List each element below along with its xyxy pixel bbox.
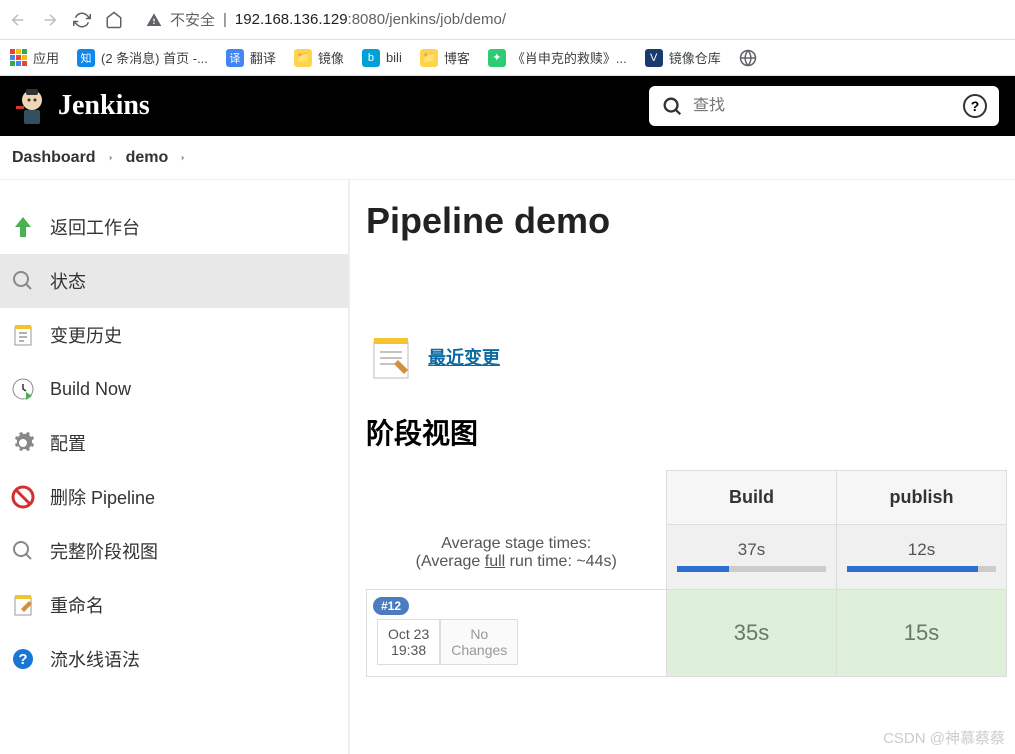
notepad-icon — [10, 322, 36, 348]
search-icon — [10, 268, 36, 294]
folder-icon: 📁 — [294, 49, 312, 67]
help-button[interactable]: ? — [963, 94, 987, 118]
folder-icon: 📁 — [420, 49, 438, 67]
search-input[interactable] — [693, 97, 953, 115]
stage-publish-cell[interactable]: 15s — [837, 589, 1007, 676]
recent-changes-link[interactable]: 最近变更 — [428, 344, 500, 370]
bookmark-bili[interactable]: bbili — [362, 49, 402, 67]
help-icon: ? — [10, 646, 36, 672]
no-changes-label: NoChanges — [440, 619, 518, 665]
page-title: Pipeline demo — [366, 200, 1007, 242]
reload-button[interactable] — [72, 10, 92, 30]
sidebar-item-build-now[interactable]: Build Now — [0, 362, 348, 416]
sidebar-item-delete[interactable]: 删除 Pipeline — [0, 470, 348, 524]
gear-icon — [10, 430, 36, 456]
watermark: CSDN @神慕蔡蔡 — [883, 727, 1005, 748]
wechat-icon: ✦ — [488, 49, 506, 67]
chevron-right-icon — [178, 153, 188, 163]
build-badge[interactable]: #12 — [373, 597, 409, 615]
jenkins-logo[interactable]: Jenkins — [16, 86, 150, 126]
up-arrow-icon — [10, 214, 36, 240]
breadcrumb: Dashboard demo — [0, 136, 1015, 180]
sidebar-item-configure[interactable]: 配置 — [0, 416, 348, 470]
stage-col-publish: publish — [837, 471, 1007, 525]
sidebar-item-label: 完整阶段视图 — [50, 538, 158, 564]
run-date: Oct 2319:38 — [377, 619, 440, 665]
bookmark-shawshank[interactable]: ✦《肖申克的救赎》... — [488, 48, 627, 67]
bookmark-mirror-repo[interactable]: V镜像仓库 — [645, 48, 721, 67]
stage-col-build: Build — [667, 471, 837, 525]
table-row-avg: Average stage times: (Average full run t… — [367, 525, 1007, 590]
recent-changes-row: 最近变更 — [366, 332, 1007, 382]
svg-text:?: ? — [18, 651, 27, 668]
stage-view-table: Build publish Average stage times: (Aver… — [366, 470, 1007, 677]
jenkins-brand: Jenkins — [58, 90, 150, 122]
table-row-build[interactable]: #12 Oct 2319:38 NoChanges 35s 15s — [367, 589, 1007, 676]
sidebar-item-status[interactable]: 状态 — [0, 254, 348, 308]
bookmarks-bar: 应用 知(2 条消息) 首页 -... 译翻译 📁镜像 bbili 📁博客 ✦《… — [0, 40, 1015, 76]
notepad-icon — [366, 332, 416, 382]
avg-stage-label: Average stage times: — [381, 535, 653, 553]
chevron-right-icon — [106, 153, 116, 163]
sidebar-item-label: 状态 — [50, 268, 86, 294]
home-button[interactable] — [104, 10, 124, 30]
search-icon — [10, 538, 36, 564]
bookmark-globe[interactable] — [739, 49, 757, 67]
sidebar-item-label: 变更历史 — [50, 322, 122, 348]
search-box[interactable]: ? — [649, 86, 999, 126]
sidebar-item-label: 返回工作台 — [50, 214, 140, 240]
browser-nav-bar: 不安全 | 192.168.136.129:8080/jenkins/job/d… — [0, 0, 1015, 40]
bookmark-translate[interactable]: 译翻译 — [226, 48, 276, 67]
main-content: Pipeline demo 最近变更 阶段视图 Build publish Av… — [350, 180, 1015, 754]
sidebar-item-full-stage[interactable]: 完整阶段视图 — [0, 524, 348, 578]
avg-publish-cell: 12s — [837, 525, 1007, 590]
sidebar-item-label: 删除 Pipeline — [50, 484, 155, 510]
translate-icon: 译 — [226, 49, 244, 67]
bili-icon: b — [362, 49, 380, 67]
back-button[interactable] — [8, 10, 28, 30]
search-icon — [661, 95, 683, 117]
apps-icon — [10, 49, 27, 66]
sidebar-item-rename[interactable]: 重命名 — [0, 578, 348, 632]
crumb-dashboard[interactable]: Dashboard — [12, 149, 96, 167]
v-icon: V — [645, 49, 663, 67]
insecure-label: 不安全 — [170, 9, 215, 30]
jenkins-header: Jenkins ? — [0, 76, 1015, 136]
globe-icon — [739, 49, 757, 67]
sidebar-item-label: 配置 — [50, 430, 86, 456]
insecure-icon — [146, 12, 162, 28]
sidebar-item-pipeline-syntax[interactable]: ? 流水线语法 — [0, 632, 348, 686]
bookmark-blog[interactable]: 📁博客 — [420, 48, 470, 67]
clock-play-icon — [10, 376, 36, 402]
sidebar-item-label: Build Now — [50, 379, 131, 400]
avg-build-cell: 37s — [667, 525, 837, 590]
address-bar[interactable]: 不安全 | 192.168.136.129:8080/jenkins/job/d… — [136, 5, 1007, 34]
bookmark-mirror[interactable]: 📁镜像 — [294, 48, 344, 67]
stage-build-cell[interactable]: 35s — [667, 589, 837, 676]
sidebar-item-changes[interactable]: 变更历史 — [0, 308, 348, 362]
edit-icon — [10, 592, 36, 618]
stage-view-title: 阶段视图 — [366, 412, 1007, 452]
bookmark-apps[interactable]: 应用 — [10, 48, 59, 67]
bookmark-zhihu[interactable]: 知(2 条消息) 首页 -... — [77, 48, 208, 67]
jenkins-icon — [16, 86, 48, 126]
sidebar: 返回工作台 状态 变更历史 Build Now 配置 删除 Pipeline 完… — [0, 180, 350, 754]
delete-icon — [10, 484, 36, 510]
zhihu-icon: 知 — [77, 49, 95, 67]
sidebar-item-back[interactable]: 返回工作台 — [0, 200, 348, 254]
sidebar-item-label: 重命名 — [50, 592, 104, 618]
crumb-job[interactable]: demo — [126, 149, 169, 167]
forward-button[interactable] — [40, 10, 60, 30]
sidebar-item-label: 流水线语法 — [50, 646, 140, 672]
